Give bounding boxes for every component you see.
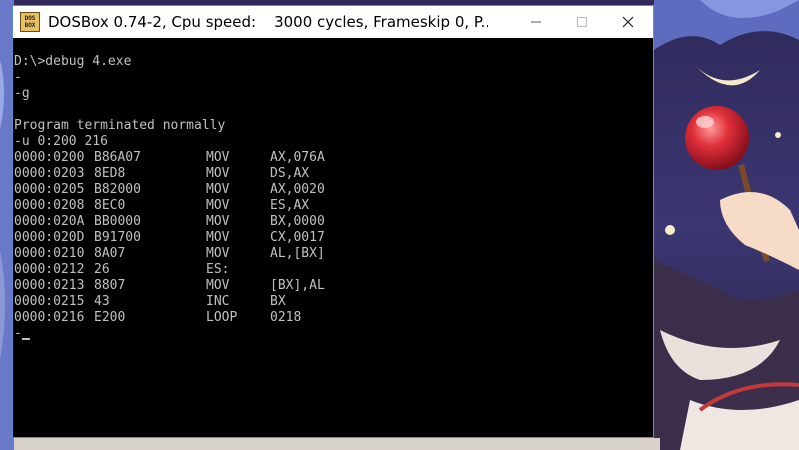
machine-code: 43 [94, 294, 110, 309]
address: 0000:0208 [14, 198, 85, 213]
console-line: -u 0:200 216 [14, 134, 108, 149]
operands: BX,0000 [270, 214, 325, 229]
window-title: DOSBox 0.74-2, Cpu speed: 3000 cycles, Fr… [48, 13, 488, 31]
machine-code: 8EC0 [94, 198, 126, 213]
console-line: D:\>debug 4.exe [14, 54, 132, 69]
operands: [BX],AL [270, 278, 325, 293]
operands: AX,0020 [270, 182, 325, 197]
mnemonic: MOV [206, 230, 230, 245]
window-title-stats: 3000 cycles, Frameskip 0, P... [274, 13, 488, 31]
disassembly-listing: 0000:0200 B86A07 MOV AX,076A 0000:0203 8ED8 MO… [14, 150, 653, 326]
machine-code: E200 [94, 310, 126, 325]
mnemonic: MOV [206, 150, 230, 165]
address: 0000:020D [14, 230, 85, 245]
address: 0000:020A [14, 214, 85, 229]
mnemonic: LOOP [206, 310, 238, 325]
dosbox-window[interactable]: DOS BOX DOSBox 0.74-2, Cpu speed: 3000 cy… [12, 5, 654, 438]
operands: BX [270, 294, 286, 309]
mnemonic: INC [206, 294, 230, 309]
disassembly-row: 0000:020A BB0000 MOV BX,0000 [14, 214, 653, 230]
machine-code: B86A07 [94, 150, 141, 165]
address: 0000:0216 [14, 310, 85, 325]
disassembly-row: 0000:0216 E200 LOOP 0218 [14, 310, 653, 326]
disassembly-row: 0000:0205 B82000 MOV AX,0020 [14, 182, 653, 198]
disassembly-row: 0000:0208 8EC0 MOV ES,AX [14, 198, 653, 214]
disassembly-row: 0000:0213 8807 MOV [BX],AL [14, 278, 653, 294]
maximize-icon [577, 17, 587, 27]
machine-code: 26 [94, 262, 110, 277]
mnemonic: MOV [206, 278, 230, 293]
machine-code: B82000 [94, 182, 141, 197]
address: 0000:0205 [14, 182, 85, 197]
console-output[interactable]: D:\>debug 4.exe - -g Program terminated … [13, 38, 653, 437]
console-line: - [14, 70, 22, 85]
operands: 0218 [270, 310, 302, 325]
address: 0000:0215 [14, 294, 85, 309]
address: 0000:0212 [14, 262, 85, 277]
machine-code: B91700 [94, 230, 141, 245]
mnemonic: MOV [206, 214, 230, 229]
window-title-app: DOSBox 0.74-2, Cpu speed: [48, 13, 257, 31]
operands: AX,076A [270, 150, 325, 165]
close-icon [622, 16, 634, 28]
prompt-char: - [14, 326, 22, 341]
machine-code: 8ED8 [94, 166, 126, 181]
disassembly-row: 0000:0200 B86A07 MOV AX,076A [14, 150, 653, 166]
operands: AL,[BX] [270, 246, 325, 261]
disassembly-row: 0000:0212 26 ES: [14, 262, 653, 278]
text-cursor [21, 338, 30, 340]
dosbox-icon[interactable]: DOS BOX [20, 12, 40, 32]
close-button[interactable] [605, 6, 651, 38]
minimize-button[interactable] [513, 6, 559, 38]
disassembly-row: 0000:0215 43 INC BX [14, 294, 653, 310]
operands: ES,AX [270, 198, 310, 213]
mnemonic: MOV [206, 166, 230, 181]
address: 0000:0203 [14, 166, 85, 181]
operands: CX,0017 [270, 230, 325, 245]
mnemonic: MOV [206, 246, 230, 261]
console-line: -g [14, 86, 30, 101]
mnemonic: MOV [206, 182, 230, 197]
console-line: Program terminated normally [14, 118, 226, 133]
disassembly-row: 0000:020D B91700 MOV CX,0017 [14, 230, 653, 246]
disassembly-row: 0000:0210 8A07 MOV AL,[BX] [14, 246, 653, 262]
machine-code: 8807 [94, 278, 126, 293]
machine-code: 8A07 [94, 246, 126, 261]
mnemonic: MOV [206, 198, 230, 213]
address: 0000:0200 [14, 150, 85, 165]
machine-code: BB0000 [94, 214, 141, 229]
address: 0000:0213 [14, 278, 85, 293]
operands: DS,AX [270, 166, 310, 181]
maximize-button[interactable] [559, 6, 605, 38]
command-prompt[interactable]: - [14, 326, 653, 342]
minimize-icon [531, 21, 541, 23]
disassembly-row: 0000:0203 8ED8 MOV DS,AX [14, 166, 653, 182]
mnemonic: ES: [206, 262, 230, 277]
address: 0000:0210 [14, 246, 85, 261]
title-bar[interactable]: DOS BOX DOSBox 0.74-2, Cpu speed: 3000 cy… [13, 6, 653, 38]
